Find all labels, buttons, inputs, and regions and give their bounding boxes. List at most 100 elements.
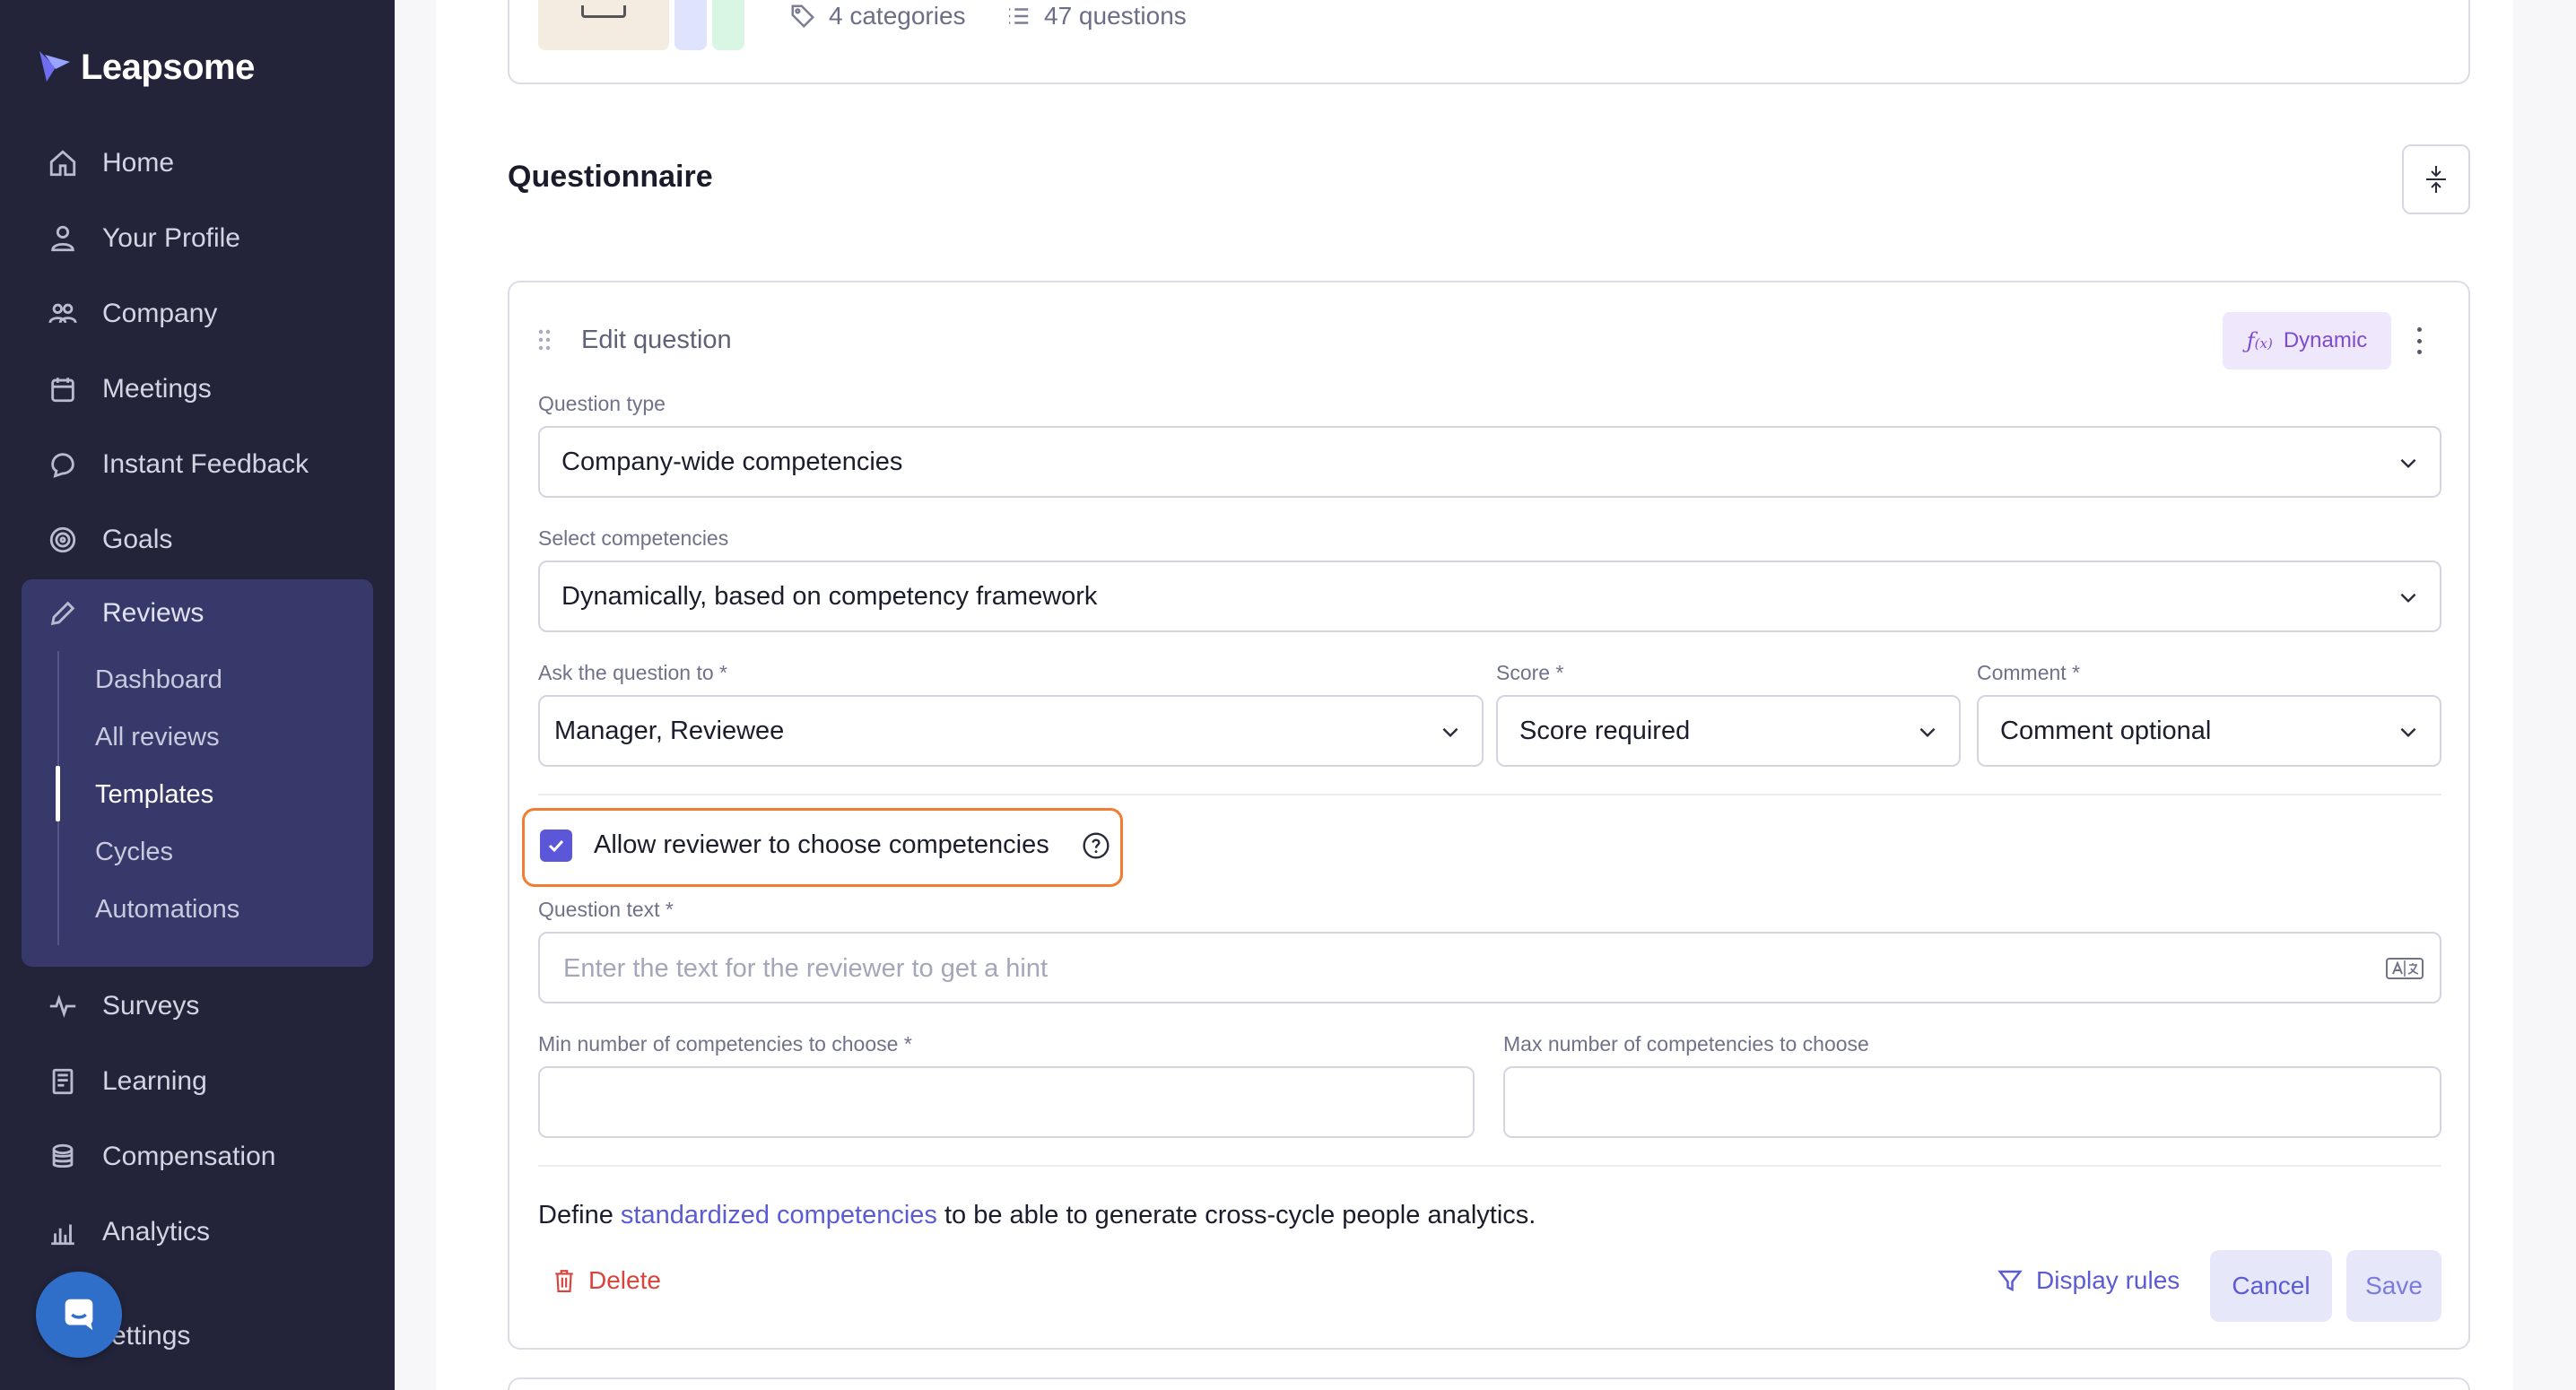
nav-label: Instant Feedback	[102, 449, 309, 479]
sidebar: Leapsome Home Your Profile Company Meeti…	[0, 0, 395, 1390]
comment-label: Comment *	[1977, 661, 2081, 684]
nav-reviews[interactable]: Reviews	[22, 579, 373, 647]
delete-button[interactable]: Delete	[538, 1251, 675, 1310]
logo[interactable]: Leapsome	[38, 45, 255, 90]
nav-label: Analytics	[102, 1217, 211, 1247]
score-select[interactable]: Score required	[1496, 695, 1961, 767]
thumbnail-strip	[674, 0, 707, 50]
subnav-dashboard[interactable]: Dashboard	[95, 665, 222, 695]
target-icon	[47, 524, 79, 556]
nav-learning[interactable]: Learning	[22, 1047, 373, 1116]
nav-goals[interactable]: Goals	[22, 506, 373, 574]
nav-label: Compensation	[102, 1142, 276, 1171]
chevron-down-icon	[1442, 727, 1458, 738]
tag-icon	[791, 4, 815, 29]
nav-label: Surveys	[102, 991, 200, 1021]
collapse-arrows-icon	[2426, 166, 2446, 193]
ask-to-label: Ask the question to *	[538, 661, 727, 684]
define-competencies-note: Define standardized competencies to be a…	[538, 1201, 1536, 1229]
trash-icon	[555, 1270, 573, 1292]
nav-label: Home	[102, 148, 175, 178]
ask-to-select[interactable]: Manager, Reviewee	[538, 695, 1484, 767]
categories-count: 4 categories	[789, 2, 966, 30]
select-competencies-select[interactable]: Dynamically, based on competency framewo…	[538, 560, 2441, 632]
display-rules-button[interactable]: Display rules	[1986, 1251, 2190, 1310]
nav-label: ettings	[111, 1321, 191, 1351]
nav-meetings[interactable]: Meetings	[22, 355, 373, 423]
min-competencies-input[interactable]	[538, 1066, 1475, 1138]
nav-home[interactable]: Home	[22, 129, 373, 197]
nav-label: Your Profile	[102, 223, 240, 253]
allow-choose-label[interactable]: Allow reviewer to choose competencies	[594, 830, 1049, 860]
question-text-input[interactable]: Enter the text for the reviewer to get a…	[538, 932, 2441, 1003]
chat-icon	[47, 448, 79, 481]
nav-compensation[interactable]: Compensation	[22, 1123, 373, 1191]
subnav-templates[interactable]: Templates	[95, 780, 213, 810]
bar-chart-icon	[47, 1216, 79, 1248]
reviews-group: Reviews Dashboard All reviews Templates …	[22, 579, 373, 967]
nav-label: Reviews	[102, 598, 205, 628]
divider	[538, 794, 2441, 795]
coins-icon	[47, 1141, 79, 1173]
support-chat-button[interactable]	[36, 1272, 122, 1358]
nav-label: Company	[102, 299, 218, 328]
filter-icon	[1997, 1270, 2023, 1292]
questions-count: 47 questions	[1005, 2, 1187, 30]
comment-select[interactable]: Comment optional	[1977, 695, 2441, 767]
thumbnail-strip	[712, 0, 744, 50]
allow-choose-checkbox[interactable]	[540, 830, 572, 862]
template-thumbnail	[538, 0, 669, 50]
nav-label: Meetings	[102, 374, 212, 404]
subnav-automations[interactable]: Automations	[95, 895, 239, 925]
home-icon	[47, 147, 79, 179]
user-icon	[47, 222, 79, 255]
divider	[538, 1165, 2441, 1167]
users-icon	[47, 298, 79, 330]
chevron-down-icon	[2400, 727, 2416, 738]
min-competencies-label: Min number of competencies to choose *	[538, 1032, 912, 1056]
nav-instant-feedback[interactable]: Instant Feedback	[22, 430, 373, 499]
nav-company[interactable]: Company	[22, 280, 373, 348]
dynamic-badge[interactable]: ƒ(x) Dynamic	[2223, 312, 2391, 369]
question-editor-card: Edit question ƒ(x) Dynamic Question type…	[508, 281, 2470, 1350]
standardized-competencies-link[interactable]: standardized competencies	[621, 1201, 937, 1229]
leapsome-logo-icon	[38, 49, 72, 85]
nav-your-profile[interactable]: Your Profile	[22, 204, 373, 273]
help-icon[interactable]	[1082, 831, 1110, 860]
function-icon: ƒ(x)	[2246, 328, 2273, 353]
chevron-down-icon	[2400, 458, 2416, 469]
checkmark-icon	[548, 839, 564, 853]
drag-handle-icon[interactable]	[538, 329, 551, 351]
save-button[interactable]: Save	[2346, 1250, 2441, 1322]
question-text-placeholder: Enter the text for the reviewer to get a…	[563, 954, 1049, 983]
select-competencies-label: Select competencies	[538, 526, 729, 550]
subnav-cycles[interactable]: Cycles	[95, 838, 173, 867]
score-label: Score *	[1496, 661, 1564, 684]
cancel-button[interactable]: Cancel	[2210, 1250, 2332, 1322]
question-type-select[interactable]: Company-wide competencies	[538, 426, 2441, 498]
chat-bubble-icon	[65, 1299, 93, 1331]
max-competencies-input[interactable]	[1503, 1066, 2441, 1138]
nav-label: Learning	[102, 1066, 207, 1096]
nav-analytics[interactable]: Analytics	[22, 1198, 373, 1266]
collapse-expand-button[interactable]	[2402, 144, 2470, 214]
book-icon	[47, 1065, 79, 1098]
nav-surveys[interactable]: Surveys	[22, 972, 373, 1040]
question-header: Edit question	[581, 326, 732, 354]
more-options-icon[interactable]	[2411, 322, 2427, 360]
pulse-icon	[47, 990, 79, 1022]
template-header-card: 4 categories 47 questions	[508, 0, 2470, 84]
nav-label: Goals	[102, 525, 173, 554]
translate-icon[interactable]	[2386, 956, 2424, 981]
subnav-all-reviews[interactable]: All reviews	[95, 723, 220, 752]
list-icon	[1009, 8, 1029, 24]
max-competencies-label: Max number of competencies to choose	[1503, 1032, 1869, 1056]
section-title: Questionnaire	[508, 160, 713, 194]
brand-name: Leapsome	[81, 47, 255, 87]
next-question-card	[508, 1377, 2470, 1390]
chevron-down-icon	[2400, 593, 2416, 604]
question-type-label: Question type	[538, 392, 666, 415]
pencil-icon	[47, 597, 79, 630]
question-text-label: Question text *	[538, 898, 674, 921]
submenu-active-indicator	[56, 766, 60, 821]
